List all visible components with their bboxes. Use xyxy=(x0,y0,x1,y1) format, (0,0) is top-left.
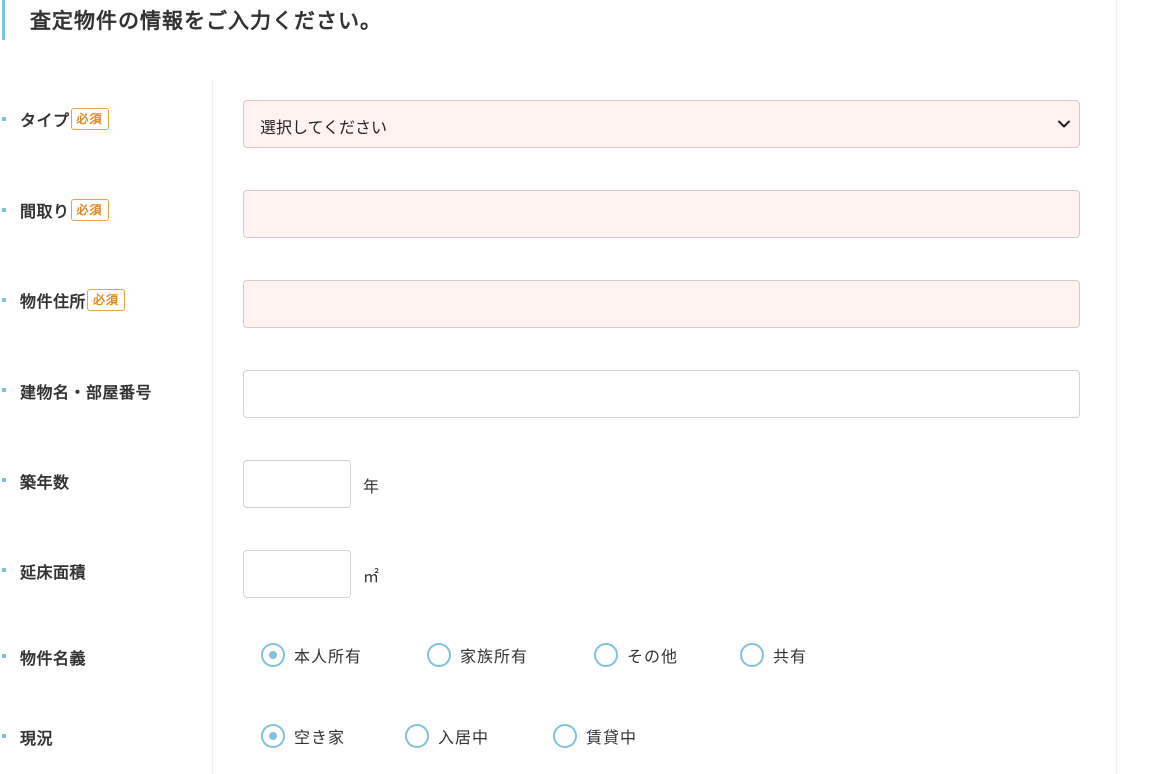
ownership-option-other[interactable]: その他 xyxy=(594,643,678,667)
content-right-border xyxy=(1116,0,1117,774)
page-title: 査定物件の情報をご入力ください。 xyxy=(30,9,382,33)
ownership-option-label: 家族所有 xyxy=(460,647,529,666)
square-bullet-icon xyxy=(2,734,6,738)
required-badge: 必須 xyxy=(87,289,126,311)
chevron-down-icon xyxy=(1058,120,1070,128)
ownership-option-shared[interactable]: 共有 xyxy=(740,643,807,667)
type-label-text: タイプ xyxy=(20,111,70,130)
ownership-label: 物件名義 xyxy=(20,645,86,669)
square-bullet-icon xyxy=(2,298,6,302)
age-label: 築年数 xyxy=(20,469,70,493)
status-label: 現況 xyxy=(20,725,53,749)
building-label-text: 建物名・部屋番号 xyxy=(20,383,153,402)
square-bullet-icon xyxy=(2,478,6,482)
ownership-option-family[interactable]: 家族所有 xyxy=(427,643,528,667)
age-label-text: 築年数 xyxy=(20,473,70,492)
required-badge: 必須 xyxy=(70,199,109,221)
address-label: 物件住所 必須 xyxy=(20,288,126,312)
ownership-option-self[interactable]: 本人所有 xyxy=(261,643,362,667)
type-select-value: 選択してください xyxy=(260,118,388,137)
radio-unchecked-icon xyxy=(594,643,618,667)
floor-area-label: 延床面積 xyxy=(20,559,86,583)
square-bullet-icon xyxy=(2,654,6,658)
building-input[interactable] xyxy=(243,370,1080,418)
status-option-label: 空き家 xyxy=(294,728,346,747)
title-accent-bar xyxy=(2,0,5,40)
status-option-label: 入居中 xyxy=(438,728,490,747)
ownership-option-label: 共有 xyxy=(773,647,808,666)
radio-checked-icon xyxy=(261,724,285,748)
ownership-label-text: 物件名義 xyxy=(20,649,87,668)
label-column-divider xyxy=(212,80,213,774)
square-bullet-icon xyxy=(2,208,6,212)
radio-unchecked-icon xyxy=(740,643,764,667)
status-option-vacant[interactable]: 空き家 xyxy=(261,724,345,748)
ownership-option-label: その他 xyxy=(627,647,679,666)
building-label: 建物名・部屋番号 xyxy=(20,379,152,403)
status-option-rented[interactable]: 賃貸中 xyxy=(553,724,637,748)
status-option-label: 賃貸中 xyxy=(586,728,638,747)
floor-area-unit: ㎡ xyxy=(363,567,380,586)
type-select[interactable]: 選択してください xyxy=(243,100,1080,148)
required-badge: 必須 xyxy=(70,108,109,130)
square-bullet-icon xyxy=(2,568,6,572)
floor-area-label-text: 延床面積 xyxy=(20,563,87,582)
floor-area-input[interactable] xyxy=(243,550,351,598)
form-title-bar: 査定物件の情報をご入力ください。 xyxy=(0,0,1116,40)
address-label-text: 物件住所 xyxy=(20,292,87,311)
radio-unchecked-icon xyxy=(427,643,451,667)
age-unit: 年 xyxy=(363,477,380,496)
ownership-option-label: 本人所有 xyxy=(294,647,363,666)
address-input[interactable] xyxy=(243,280,1080,328)
type-label: タイプ 必須 xyxy=(20,107,109,131)
status-option-occupied[interactable]: 入居中 xyxy=(405,724,489,748)
status-label-text: 現況 xyxy=(20,729,54,748)
square-bullet-icon xyxy=(2,388,6,392)
layout-label-text: 間取り xyxy=(20,202,70,221)
layout-label: 間取り 必須 xyxy=(20,198,109,222)
radio-unchecked-icon xyxy=(553,724,577,748)
radio-unchecked-icon xyxy=(405,724,429,748)
radio-checked-icon xyxy=(261,643,285,667)
square-bullet-icon xyxy=(2,117,6,121)
age-input[interactable] xyxy=(243,460,351,508)
layout-input[interactable] xyxy=(243,190,1080,238)
